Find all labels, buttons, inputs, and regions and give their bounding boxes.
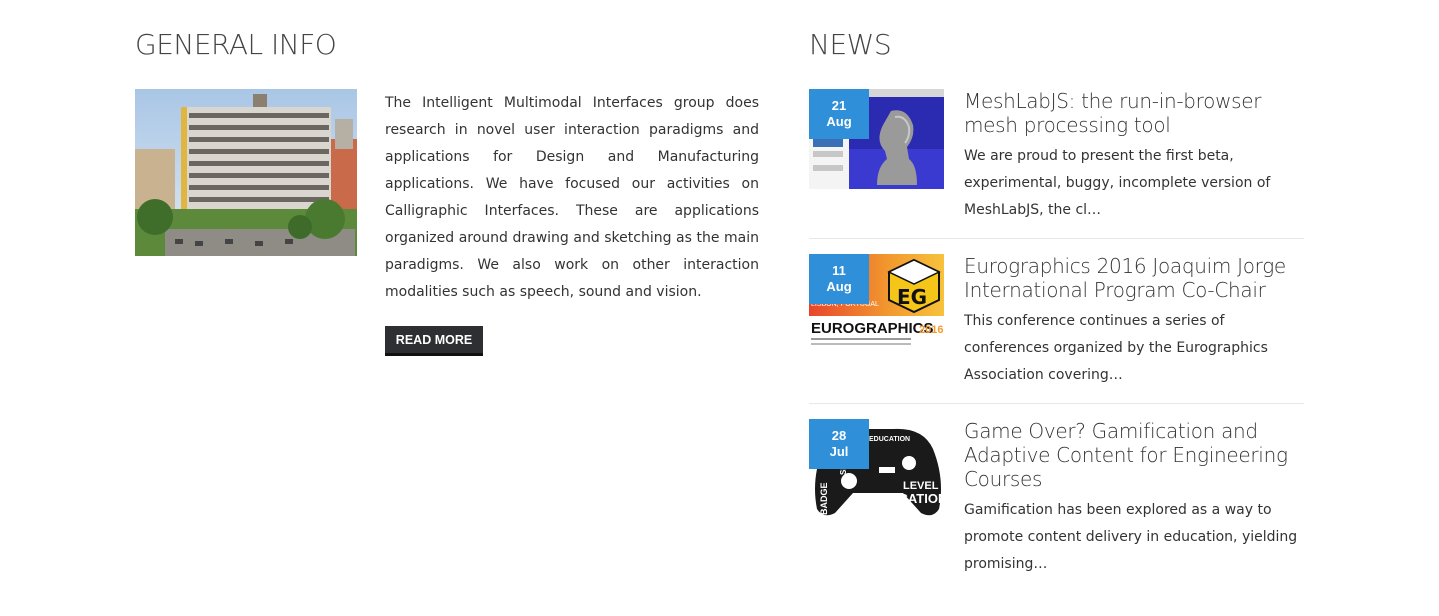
date-badge: 28 Jul: [809, 419, 869, 469]
news-divider: [809, 403, 1304, 404]
date-badge: 11 Aug: [809, 254, 869, 304]
news-excerpt: We are proud to present the first beta, …: [964, 148, 1271, 218]
date-month: Aug: [826, 114, 852, 129]
date-day: 11: [832, 263, 846, 278]
news-headline[interactable]: MeshLabJS: the run-in-browser mesh proce…: [964, 89, 1309, 137]
news-headline[interactable]: Game Over? Gamification and Adaptive Con…: [964, 419, 1309, 491]
general-info-text: The Intelligent Multimodal Interfaces gr…: [385, 95, 759, 300]
svg-text:EG: EG: [897, 285, 927, 309]
building-photo: [135, 89, 357, 256]
news-item: EG LISBON, PORTUGAL EUROGRAPHICS 2016 11…: [809, 254, 1304, 399]
thumb-year-text: 2016: [919, 324, 943, 336]
news-divider: [809, 238, 1304, 239]
date-month: Aug: [826, 279, 852, 294]
general-info-title: GENERAL INFO: [135, 28, 337, 61]
news-item: EDUCATION LEVEL GAMIFICATION BADGE SKILL…: [809, 419, 1304, 589]
news-title: NEWS: [809, 28, 892, 61]
news-item: 21 Aug MeshLabJS: the run-in-browser mes…: [809, 89, 1304, 234]
date-badge: 21 Aug: [809, 89, 869, 139]
date-day: 28: [831, 428, 847, 443]
news-excerpt: This conference continues a series of co…: [964, 313, 1268, 383]
date-month: Jul: [829, 444, 849, 459]
date-day: 21: [831, 98, 847, 113]
news-excerpt: Gamification has been explored as a way …: [964, 502, 1298, 572]
thumb-brand-text: EUROGRAPHICS: [811, 320, 934, 337]
thumb-word: BADGE: [819, 482, 829, 515]
read-more-button[interactable]: READ MORE: [385, 326, 483, 356]
thumb-word: EDUCATION: [869, 436, 910, 443]
news-headline[interactable]: Eurographics 2016 Joaquim Jorge Internat…: [964, 254, 1309, 302]
thumb-word: GAMIFICATION: [853, 491, 944, 506]
